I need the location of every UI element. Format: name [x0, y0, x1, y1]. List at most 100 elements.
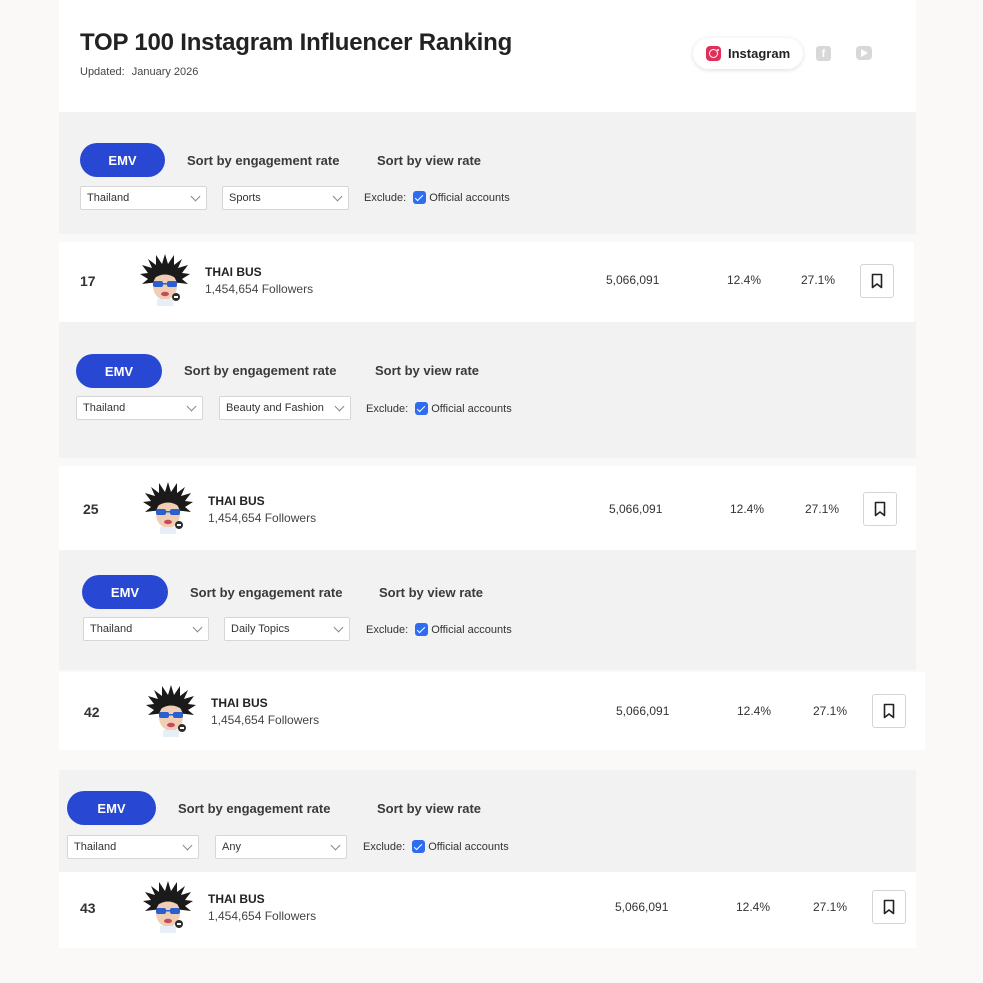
sort-view-rate-link[interactable]: Sort by view rate	[379, 585, 483, 600]
rank-number: 25	[83, 501, 99, 517]
sort-view-rate-link[interactable]: Sort by view rate	[377, 153, 481, 168]
country-select[interactable]: Thailand	[76, 396, 203, 420]
avatar	[141, 480, 195, 534]
exclude-label: Exclude:	[366, 402, 409, 415]
rank-number: 42	[84, 704, 100, 720]
exclude-filter: Exclude: Official accounts	[364, 191, 510, 204]
filter-panel	[59, 322, 916, 458]
follower-count: 1,454,654 Followers	[208, 511, 317, 525]
updated-value: January 2026	[131, 66, 199, 78]
updated-date: Updated: January 2026	[80, 66, 198, 78]
follower-count: 1,454,654 Followers	[211, 713, 320, 727]
rank-number: 43	[80, 900, 96, 916]
bookmark-icon	[882, 703, 896, 719]
chevron-down-icon	[333, 622, 344, 633]
exclude-label: Exclude:	[364, 191, 407, 204]
exclude-filter: Exclude: Official accounts	[366, 623, 512, 636]
chevron-down-icon	[182, 840, 193, 851]
platform-tab-label: Instagram	[728, 46, 791, 61]
bookmark-button[interactable]	[872, 694, 906, 728]
chevron-down-icon	[192, 622, 203, 633]
category-select-value: Daily Topics	[231, 623, 290, 635]
page-title: TOP 100 Instagram Influencer Ranking	[80, 29, 513, 56]
exclude-filter: Exclude: Official accounts	[363, 840, 509, 853]
filter-panel	[59, 112, 916, 234]
instagram-icon	[706, 46, 721, 61]
category-select[interactable]: Daily Topics	[224, 617, 350, 641]
view-rate-value: 27.1%	[813, 704, 848, 718]
engagement-rate-value: 12.4%	[730, 502, 765, 516]
country-select-value: Thailand	[90, 623, 133, 635]
official-accounts-label: Official accounts	[431, 402, 512, 415]
bookmark-button[interactable]	[860, 264, 894, 298]
influencer-name[interactable]: THAI BUS	[205, 265, 262, 279]
influencer-name[interactable]: THAI BUS	[208, 494, 265, 508]
exclude-label: Exclude:	[363, 840, 406, 853]
engagement-rate-value: 12.4%	[727, 273, 762, 287]
sort-engagement-rate-link[interactable]: Sort by engagement rate	[187, 153, 339, 168]
bookmark-icon	[873, 501, 887, 517]
category-select[interactable]: Any	[215, 835, 347, 859]
category-select-value: Any	[222, 841, 241, 853]
bookmark-icon	[870, 273, 884, 289]
country-select-value: Thailand	[87, 192, 130, 204]
avatar	[141, 879, 195, 933]
influencer-name[interactable]: THAI BUS	[208, 892, 265, 906]
updated-label: Updated:	[80, 66, 125, 78]
sort-view-rate-link[interactable]: Sort by view rate	[377, 801, 481, 816]
official-accounts-checkbox[interactable]	[415, 623, 429, 636]
official-accounts-label: Official accounts	[429, 191, 510, 204]
sort-engagement-rate-link[interactable]: Sort by engagement rate	[184, 363, 336, 378]
emv-sort-button[interactable]: EMV	[80, 143, 165, 177]
chevron-down-icon	[334, 401, 345, 412]
avatar	[138, 252, 192, 306]
country-select[interactable]: Thailand	[83, 617, 209, 641]
country-select[interactable]: Thailand	[80, 186, 207, 210]
emv-value: 5,066,091	[616, 704, 670, 718]
emv-sort-button[interactable]: EMV	[67, 791, 156, 825]
platform-tab-instagram[interactable]: Instagram	[693, 38, 803, 69]
category-select[interactable]: Sports	[222, 186, 349, 210]
official-accounts-checkbox[interactable]	[415, 402, 429, 415]
category-select-value: Beauty and Fashion	[226, 402, 324, 414]
country-select-value: Thailand	[83, 402, 126, 414]
category-select[interactable]: Beauty and Fashion	[219, 396, 351, 420]
sort-view-rate-link[interactable]: Sort by view rate	[375, 363, 479, 378]
exclude-label: Exclude:	[366, 623, 409, 636]
chevron-down-icon	[332, 191, 343, 202]
emv-sort-button[interactable]: EMV	[76, 354, 162, 388]
rank-number: 17	[80, 273, 96, 289]
official-accounts-checkbox[interactable]	[412, 840, 426, 853]
avatar	[144, 683, 198, 737]
follower-count: 1,454,654 Followers	[205, 282, 314, 296]
view-rate-value: 27.1%	[805, 502, 840, 516]
exclude-filter: Exclude: Official accounts	[366, 402, 512, 415]
view-rate-value: 27.1%	[813, 900, 848, 914]
emv-value: 5,066,091	[609, 502, 663, 516]
sort-engagement-rate-link[interactable]: Sort by engagement rate	[190, 585, 342, 600]
engagement-rate-value: 12.4%	[736, 900, 771, 914]
sort-engagement-rate-link[interactable]: Sort by engagement rate	[178, 801, 330, 816]
official-accounts-label: Official accounts	[431, 623, 512, 636]
chevron-down-icon	[186, 401, 197, 412]
view-rate-value: 27.1%	[801, 273, 836, 287]
bookmark-button[interactable]	[872, 890, 906, 924]
emv-sort-button[interactable]: EMV	[82, 575, 168, 609]
bookmark-icon	[882, 899, 896, 915]
chevron-down-icon	[190, 191, 201, 202]
influencer-name[interactable]: THAI BUS	[211, 696, 268, 710]
filter-panel	[59, 550, 916, 670]
youtube-icon[interactable]	[856, 46, 872, 60]
facebook-icon[interactable]: f	[816, 46, 831, 61]
emv-value: 5,066,091	[606, 273, 660, 287]
emv-value: 5,066,091	[615, 900, 669, 914]
follower-count: 1,454,654 Followers	[208, 909, 317, 923]
chevron-down-icon	[330, 840, 341, 851]
country-select[interactable]: Thailand	[67, 835, 199, 859]
bookmark-button[interactable]	[863, 492, 897, 526]
official-accounts-checkbox[interactable]	[413, 191, 427, 204]
country-select-value: Thailand	[74, 841, 117, 853]
engagement-rate-value: 12.4%	[737, 704, 772, 718]
category-select-value: Sports	[229, 192, 261, 204]
official-accounts-label: Official accounts	[428, 840, 509, 853]
